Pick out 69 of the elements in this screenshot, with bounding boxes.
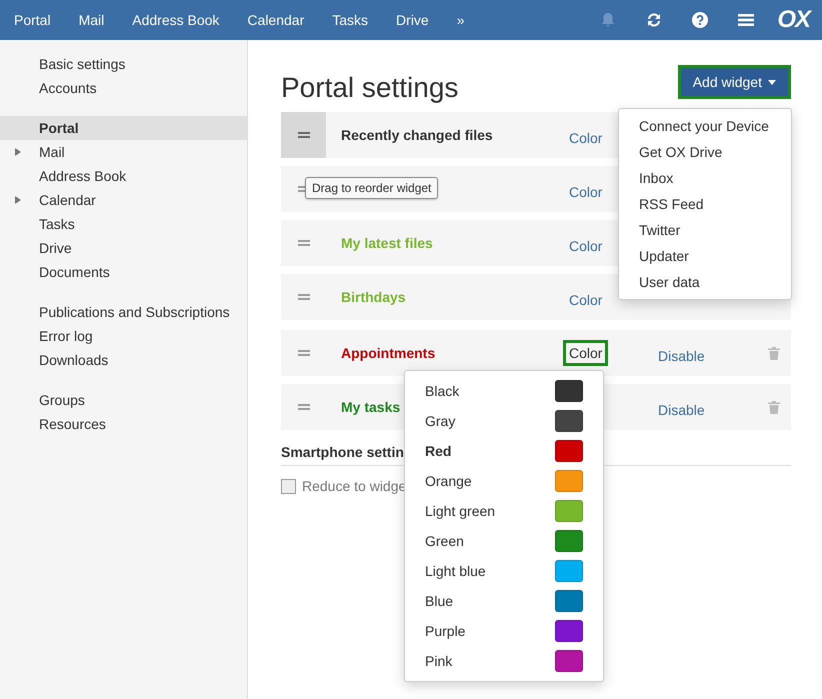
app-tab[interactable]: Portal (0, 12, 65, 28)
color-option[interactable]: Pink (405, 646, 603, 676)
menu-item[interactable]: Connect your Device (619, 113, 791, 139)
app-tab[interactable]: Calendar (233, 12, 318, 28)
color-link[interactable]: Color (566, 128, 606, 148)
sidebar-item[interactable]: Tasks (0, 212, 247, 236)
drag-handle-icon[interactable] (298, 350, 310, 356)
sidebar-item[interactable]: Address Book (0, 164, 247, 188)
trash-icon[interactable] (768, 400, 780, 414)
add-widget-button[interactable]: Add widget (678, 65, 791, 99)
app-tab[interactable]: » (442, 12, 479, 28)
sidebar-item[interactable]: Portal (0, 116, 247, 140)
checkbox-label: Reduce to widge (302, 478, 406, 494)
menu-item[interactable]: Twitter (619, 217, 791, 243)
sidebar-item[interactable]: Calendar (0, 188, 247, 212)
menu-item[interactable]: Updater (619, 243, 791, 269)
widget-title: Appointments (340, 345, 436, 361)
color-link[interactable]: Color (566, 236, 606, 256)
widget-title: Recently changed files (340, 127, 494, 143)
menu-item[interactable]: Get OX Drive (619, 139, 791, 165)
page-title: Portal settings (281, 72, 458, 104)
disable-link[interactable]: Disable (655, 400, 708, 420)
sidebar-item[interactable]: Accounts (0, 76, 247, 100)
sidebar-item[interactable]: Downloads (0, 348, 247, 372)
widget-title: Birthdays (340, 289, 407, 305)
sidebar-item[interactable]: Groups (0, 388, 247, 412)
sidebar-item[interactable]: Drive (0, 236, 247, 260)
menu-icon[interactable] (738, 12, 754, 28)
drag-handle-icon[interactable] (298, 404, 310, 410)
color-option[interactable]: Purple (405, 616, 603, 646)
sidebar-item[interactable]: Mail (0, 140, 247, 164)
app-tab[interactable]: Address Book (118, 12, 234, 28)
color-link[interactable]: Color (566, 182, 606, 202)
sidebar-item[interactable]: Basic settings (0, 52, 247, 76)
sidebar-item[interactable]: Error log (0, 324, 247, 348)
help-icon[interactable] (692, 12, 708, 28)
logo: OX (777, 6, 810, 34)
color-option[interactable]: Gray (405, 406, 603, 436)
checkbox[interactable] (281, 478, 296, 494)
drag-handle-icon[interactable] (298, 294, 310, 300)
trash-icon[interactable] (768, 346, 780, 360)
app-tab[interactable]: Tasks (318, 12, 382, 28)
tooltip: Drag to reorder widget (305, 177, 438, 199)
sidebar-item[interactable]: Publications and Subscriptions (0, 300, 247, 324)
widget-title: My tasks (340, 399, 402, 415)
refresh-icon[interactable] (646, 12, 662, 28)
color-option[interactable]: Light blue (405, 556, 603, 586)
disable-link[interactable]: Disable (655, 346, 708, 366)
widget-title: My latest files (340, 235, 434, 251)
color-option[interactable]: Orange (405, 466, 603, 496)
bell-icon[interactable] (600, 12, 616, 28)
color-option[interactable]: Light green (405, 496, 603, 526)
menu-item[interactable]: Inbox (619, 165, 791, 191)
menu-item[interactable]: User data (619, 269, 791, 295)
app-tab[interactable]: Mail (64, 12, 118, 28)
drag-handle-icon[interactable] (298, 132, 310, 138)
menu-item[interactable]: RSS Feed (619, 191, 791, 217)
sidebar-item[interactable]: Resources (0, 412, 247, 436)
sidebar-item[interactable]: Documents (0, 260, 247, 284)
color-link[interactable]: Color (566, 290, 606, 310)
caret-icon[interactable] (15, 196, 21, 204)
drag-handle-icon[interactable] (298, 240, 310, 246)
caret-icon (768, 80, 776, 84)
app-tab[interactable]: Drive (382, 12, 443, 28)
color-option[interactable]: Green (405, 526, 603, 556)
color-option[interactable]: Blue (405, 586, 603, 616)
color-link[interactable]: Color (566, 343, 606, 363)
caret-icon[interactable] (15, 148, 21, 156)
color-option[interactable]: Black (405, 376, 603, 406)
